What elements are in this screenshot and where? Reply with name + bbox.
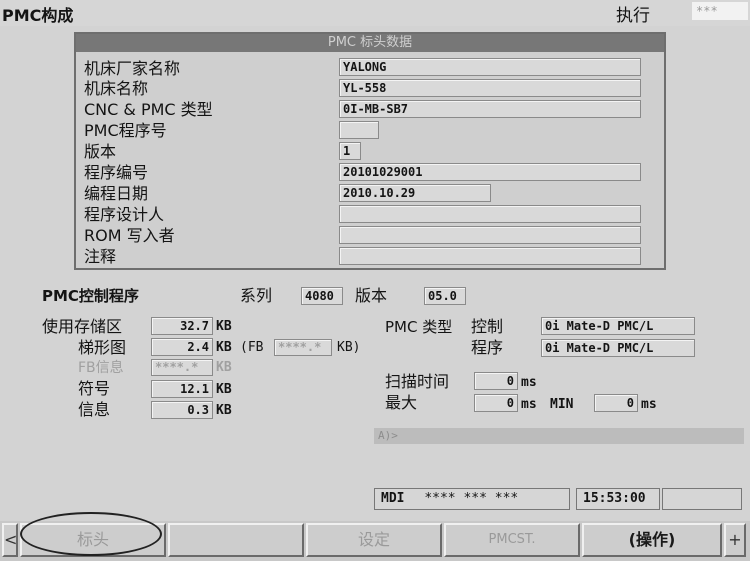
- program-version-field: 05.0: [424, 287, 466, 305]
- ladder-field: 2.4: [151, 338, 213, 356]
- machine-name-label: 机床名称: [84, 79, 149, 98]
- program-designer-label: 程序设计人: [84, 205, 165, 224]
- program-version-label: 版本: [355, 286, 388, 305]
- symbol-field: 12.1: [151, 380, 213, 398]
- program-number-field[interactable]: 20101029001: [339, 163, 641, 181]
- softkey-pmcst-button[interactable]: PMCST.: [444, 523, 580, 557]
- fb-open-label: (FB: [240, 340, 264, 355]
- control-type-field: 0i Mate-D PMC/L: [541, 317, 695, 335]
- fb-close-label: KB): [337, 340, 361, 355]
- cnc-pmc-type-label: CNC & PMC 类型: [84, 100, 213, 119]
- scan-min-unit: ms: [641, 397, 657, 412]
- symbol-unit: KB: [216, 382, 232, 397]
- remarks-label: 注释: [84, 247, 117, 266]
- used-memory-label: 使用存储区: [42, 317, 123, 336]
- softkey-prev-button[interactable]: <: [2, 523, 18, 557]
- series-field: 4080: [301, 287, 343, 305]
- program-designer-field[interactable]: [339, 205, 641, 223]
- scan-time-unit: ms: [521, 375, 537, 390]
- version-field[interactable]: 1: [339, 142, 361, 160]
- softkey-next-button[interactable]: +: [724, 523, 746, 557]
- scan-time-label: 扫描时间: [385, 372, 450, 391]
- program-date-field[interactable]: 2010.10.29: [339, 184, 491, 202]
- softkey-blank-button[interactable]: [168, 523, 304, 557]
- program-type-label: 程序: [471, 338, 504, 357]
- program-type-field: 0i Mate-D PMC/L: [541, 339, 695, 357]
- status-spare: [662, 488, 742, 510]
- symbol-label: 符号: [78, 379, 111, 398]
- message-label: 信息: [78, 400, 111, 419]
- remarks-field[interactable]: [339, 247, 641, 265]
- alarm-indicator: ***: [692, 2, 748, 20]
- rom-writer-label: ROM 写入者: [84, 226, 175, 245]
- panel-heading: PMC 标头数据: [76, 34, 664, 52]
- cnc-pmc-type-field[interactable]: 0I-MB-SB7: [339, 100, 641, 118]
- pmc-program-no-label: PMC程序号: [84, 121, 167, 140]
- used-memory-field: 32.7: [151, 317, 213, 335]
- scan-max-label: 最大: [385, 393, 418, 412]
- machine-name-field[interactable]: YL-558: [339, 79, 641, 97]
- series-label: 系列: [240, 286, 273, 305]
- clock: 15:53:00: [576, 488, 660, 510]
- softkey-setting-button[interactable]: 设定: [306, 523, 442, 557]
- machine-maker-field[interactable]: YALONG: [339, 58, 641, 76]
- command-input-line[interactable]: A)>: [374, 428, 744, 444]
- scan-max-unit: ms: [521, 397, 537, 412]
- program-date-label: 编程日期: [84, 184, 149, 203]
- fb-field: ****.*: [274, 339, 332, 356]
- ladder-unit: KB: [216, 340, 232, 355]
- used-memory-unit: KB: [216, 319, 232, 334]
- scan-min-label: MIN: [550, 397, 574, 412]
- highlight-ellipse: [20, 512, 162, 556]
- rom-writer-field[interactable]: [339, 226, 641, 244]
- status-text: **** *** ***: [424, 491, 519, 506]
- screen-title: PMC构成: [2, 6, 74, 25]
- control-label: 控制: [471, 317, 504, 336]
- run-mode-indicator: 执行: [616, 6, 650, 26]
- machine-maker-label: 机床厂家名称: [84, 59, 181, 78]
- pmc-program-no-field[interactable]: [339, 121, 379, 139]
- status-mode: MDI: [381, 491, 405, 506]
- pmc-type-label: PMC 类型: [385, 318, 453, 336]
- pmc-control-program-label: PMC控制程序: [42, 287, 139, 305]
- program-number-label: 程序编号: [84, 163, 149, 182]
- ladder-label: 梯形图: [78, 338, 127, 357]
- fb-info-unit: KB: [216, 360, 232, 375]
- message-field: 0.3: [151, 401, 213, 419]
- message-unit: KB: [216, 403, 232, 418]
- softkey-operation-button[interactable]: (操作): [582, 523, 722, 557]
- version-label: 版本: [84, 142, 117, 161]
- fb-info-field: ****.*: [151, 359, 213, 376]
- scan-min-field: 0: [594, 394, 638, 412]
- fb-info-label: FB信息: [78, 360, 124, 376]
- scan-max-field: 0: [474, 394, 518, 412]
- status-mode-box: MDI **** *** ***: [374, 488, 570, 510]
- scan-time-field: 0: [474, 372, 518, 390]
